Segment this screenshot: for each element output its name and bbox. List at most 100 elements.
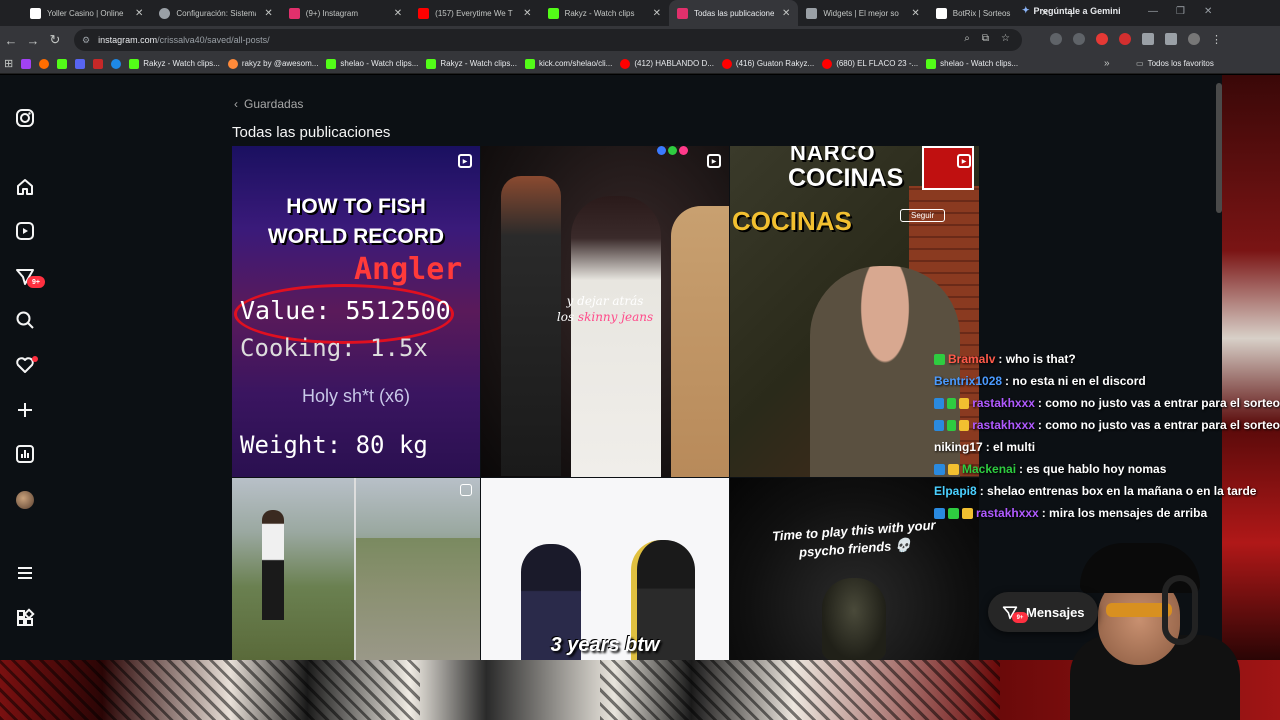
forward-arrow-icon[interactable]: →	[22, 33, 44, 48]
profile-avatar-icon[interactable]	[1188, 33, 1200, 45]
bookmark-item[interactable]: (680) EL FLACO 23 -...	[822, 58, 918, 69]
address-bar[interactable]: ⚙ instagram.com /crissalva40/saved/all-p…	[74, 29, 1022, 51]
chat-text: : es que hablo hoy nomas	[1019, 462, 1167, 476]
bookmark-star-icon[interactable]: ☆	[1001, 33, 1010, 44]
create-plus-icon[interactable]	[15, 400, 35, 420]
tab-6[interactable]: Widgets | El mejor so ✕	[798, 0, 927, 26]
back-to-saved-link[interactable]: ‹ Guardadas	[234, 97, 303, 111]
tab-1[interactable]: Configuración: Sistema ✕	[151, 0, 280, 26]
reels-icon[interactable]	[15, 221, 35, 241]
gear-icon	[159, 7, 171, 19]
follow-button[interactable]: Seguir	[900, 209, 946, 222]
home-icon[interactable]	[15, 177, 35, 197]
saved-post-1[interactable]: HOW TO FISH WORLD RECORD Angler Value: 55…	[232, 146, 480, 477]
tab-0[interactable]: Yoller Casino | Online ✕	[22, 0, 151, 26]
bookmark-favicon-icon[interactable]	[111, 58, 122, 69]
saved-post-2[interactable]: y dejar atrás los skinny jeans ▶	[481, 146, 729, 477]
minimize-icon[interactable]: —	[1148, 6, 1158, 17]
bookmark-item[interactable]: shelao - Watch clips...	[926, 58, 1018, 69]
ig-sidebar: 9+	[0, 75, 50, 660]
close-tab-icon[interactable]: ✕	[653, 8, 661, 19]
instagram-logo-icon[interactable]	[15, 108, 35, 128]
search-icon[interactable]	[15, 310, 35, 330]
bookmark-favicon-icon[interactable]	[21, 58, 32, 69]
bookmark-favicon-icon[interactable]	[93, 58, 104, 69]
tab-5-active[interactable]: Todas las publicaciones ✕	[668, 0, 799, 26]
chat-text: : el multi	[985, 440, 1036, 454]
more-apps-icon[interactable]	[15, 608, 35, 628]
back-arrow-icon[interactable]: ←	[0, 33, 22, 48]
dot	[657, 146, 666, 155]
chat-text: : shelao entrenas box en la mañana o en …	[979, 484, 1257, 498]
bookmark-favicon-icon[interactable]	[57, 58, 68, 69]
chat-username: Elpapi8	[934, 484, 977, 498]
tab-search-icon[interactable]	[1165, 33, 1177, 45]
tab-3[interactable]: (157) Everytime We T ✕	[410, 0, 539, 26]
post-caption-2: los skinny jeans	[481, 310, 729, 324]
bookmark-item[interactable]: Rakyz - Watch clips...	[129, 58, 220, 69]
dashboard-icon[interactable]	[15, 444, 35, 464]
awesome-favicon-icon	[227, 58, 238, 69]
chat-text: : como no justo vas a entrar para el sor…	[1037, 418, 1280, 432]
close-window-icon[interactable]: ✕	[1204, 6, 1212, 17]
red-logo-box	[922, 146, 974, 190]
post-text-value: Value: 5512500	[240, 296, 451, 325]
extensions-bar: ⋮	[1050, 33, 1222, 46]
adblock-icon[interactable]	[1096, 33, 1108, 45]
close-tab-icon[interactable]: ✕	[264, 8, 272, 19]
close-tab-icon[interactable]: ✕	[782, 8, 790, 19]
chat-username: rastakhxxx	[972, 418, 1035, 432]
close-tab-icon[interactable]: ✕	[394, 8, 402, 19]
chat-badge-icon	[934, 419, 944, 431]
extension-icon[interactable]	[1050, 33, 1062, 45]
reload-icon[interactable]: ↻	[44, 32, 66, 48]
hamburger-menu-icon[interactable]	[15, 563, 35, 583]
person-figure	[571, 196, 661, 477]
saved-posts-grid: HOW TO FISH WORLD RECORD Angler Value: 55…	[232, 146, 979, 660]
profile-avatar[interactable]	[16, 491, 34, 509]
bookmark-item[interactable]: shelao - Watch clips...	[326, 58, 418, 69]
tab-4[interactable]: Rakyz - Watch clips ✕	[540, 0, 669, 26]
bookmark-item[interactable]: rakyz by @awesom...	[227, 58, 318, 69]
all-bookmarks-folder[interactable]: ▭ Todos los favoritos	[1136, 59, 1214, 68]
extension-icon[interactable]	[1119, 33, 1131, 45]
puzzle-icon[interactable]	[1142, 33, 1154, 45]
close-tab-icon[interactable]: ✕	[523, 8, 531, 19]
saved-post-4[interactable]	[232, 478, 480, 660]
bookmark-favicon-icon[interactable]	[75, 58, 86, 69]
tab-favicon-icon	[30, 7, 41, 19]
bookmark-item[interactable]: Rakyz - Watch clips...	[426, 58, 517, 69]
extension-icon[interactable]	[1073, 33, 1085, 45]
restore-icon[interactable]: ❐	[1176, 6, 1185, 17]
carousel-icon	[460, 484, 472, 496]
bookmark-item[interactable]: (416) Guaton Rakyz...	[721, 58, 815, 69]
bookmark-favicon-icon[interactable]	[39, 58, 50, 69]
chat-username: Bramalv	[948, 352, 996, 366]
chat-username: Bentrix1028	[934, 374, 1003, 388]
reel-icon: ▶	[957, 154, 971, 168]
tab-title: Widgets | El mejor so	[823, 8, 899, 18]
saved-post-5[interactable]: 3 years btw	[481, 478, 729, 660]
tab-2[interactable]: (9+) Instagram ✕	[281, 0, 410, 26]
gemini-button[interactable]: ✦ Pregúntale a Gemini	[1022, 5, 1121, 16]
close-tab-icon[interactable]: ✕	[911, 8, 919, 19]
apps-grid-icon[interactable]: ⊞	[4, 57, 13, 70]
chat-badge-icon	[959, 419, 970, 431]
messages-floating-button[interactable]: 9+ Mensajes	[988, 592, 1098, 632]
install-icon[interactable]: ⧉	[982, 33, 989, 44]
more-bookmarks-icon[interactable]: »	[1104, 58, 1110, 69]
bookmark-label: (416) Guaton Rakyz...	[735, 59, 815, 68]
messages-badge: 9+	[27, 276, 45, 288]
tab-title: (157) Everytime We T	[435, 8, 513, 18]
chat-message: rastakhxxx: como no justo vas a entrar p…	[934, 414, 1280, 436]
site-info-icon[interactable]: ⚙	[82, 35, 90, 46]
reel-icon: ▶	[707, 154, 721, 168]
close-tab-icon[interactable]: ✕	[135, 8, 143, 19]
kebab-menu-icon[interactable]: ⋮	[1211, 33, 1222, 46]
zoom-icon[interactable]: ⌕	[964, 33, 970, 44]
chat-username: Mackenai	[962, 462, 1017, 476]
bookmark-item[interactable]: kick.com/shelao/cli...	[524, 58, 613, 69]
bookmark-label: kick.com/shelao/cli...	[538, 59, 613, 68]
chat-badge-icon	[934, 353, 945, 365]
bookmark-item[interactable]: (412) HABLANDO D...	[620, 58, 714, 69]
